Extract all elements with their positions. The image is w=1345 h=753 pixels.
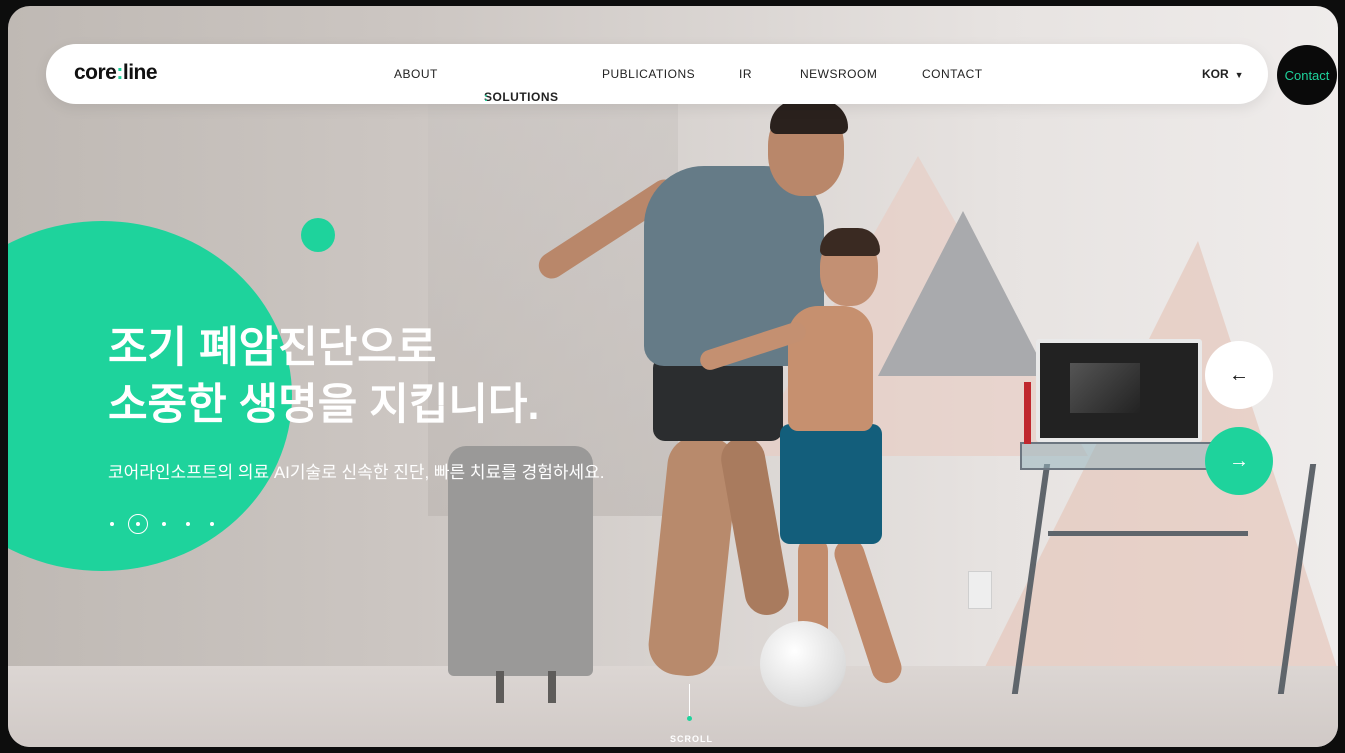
hero-title-line: 조기 폐암진단으로 [108, 324, 437, 372]
hero-title-line: 소중한 생명을 지킵니다. [108, 381, 540, 429]
wall-outlet [968, 571, 992, 609]
pagination-dot[interactable] [186, 522, 190, 526]
pagination-dot-active[interactable] [128, 514, 148, 534]
nav-active-marker: : [484, 90, 489, 104]
pagination-dot[interactable] [110, 522, 114, 526]
nav-item-publications[interactable]: PUBLICATIONS [602, 67, 695, 81]
nav-item-solutions-label: SOLUTIONS [484, 90, 559, 104]
scroll-dot [687, 716, 692, 721]
glass-desk [1020, 442, 1229, 470]
nav-menu: ABOUT SOLUTIONS: PUBLICATIONS IR NEWSROO… [46, 44, 1268, 104]
language-label: KOR [1202, 67, 1229, 81]
computer-monitor [1036, 339, 1202, 442]
nav-item-about[interactable]: ABOUT [394, 67, 438, 81]
hero-subtitle: 코어라인소프트의 의료 AI기술로 신속한 진단, 빠른 치료를 경험하세요. [108, 463, 605, 482]
pagination-dot[interactable] [210, 522, 214, 526]
decorative-green-dot [301, 218, 335, 252]
desk-frame [1011, 464, 1317, 694]
arrow-right-icon: → [1229, 449, 1249, 472]
arrow-left-icon: ← [1229, 363, 1249, 386]
slider-prev-button[interactable]: ← [1205, 341, 1273, 409]
desk-bar [1048, 531, 1248, 536]
nav-item-newsroom[interactable]: NEWSROOM [800, 67, 877, 81]
language-selector[interactable]: KOR ▼ [1202, 67, 1244, 81]
slider-next-button[interactable]: → [1205, 427, 1273, 495]
caret-down-icon: ▼ [1234, 70, 1244, 80]
slide-pagination [100, 512, 224, 536]
soccer-ball [760, 621, 846, 707]
man-shorts [653, 356, 783, 441]
hero-title: 조기 폐암진단으로 소중한 생명을 지킵니다. [108, 320, 668, 434]
chair-leg [548, 671, 556, 703]
man-hair [770, 100, 848, 134]
nav-item-ir[interactable]: IR [739, 67, 752, 81]
boy-shorts [780, 424, 882, 544]
scroll-label[interactable]: SCROLL [670, 734, 713, 744]
scroll-line [689, 684, 690, 720]
hero-frame: 조기 폐암진단으로 소중한 생명을 지킵니다. 코어라인소프트의 의료 AI기술… [8, 6, 1338, 747]
desk-item [1024, 382, 1031, 444]
nav-item-contact[interactable]: CONTACT [922, 67, 983, 81]
top-navigation: core:line ABOUT SOLUTIONS: PUBLICATIONS … [46, 44, 1268, 104]
contact-button[interactable]: Contact [1277, 45, 1337, 105]
boy-hair [820, 228, 880, 256]
pagination-dot[interactable] [162, 522, 166, 526]
chair-leg [496, 671, 504, 703]
